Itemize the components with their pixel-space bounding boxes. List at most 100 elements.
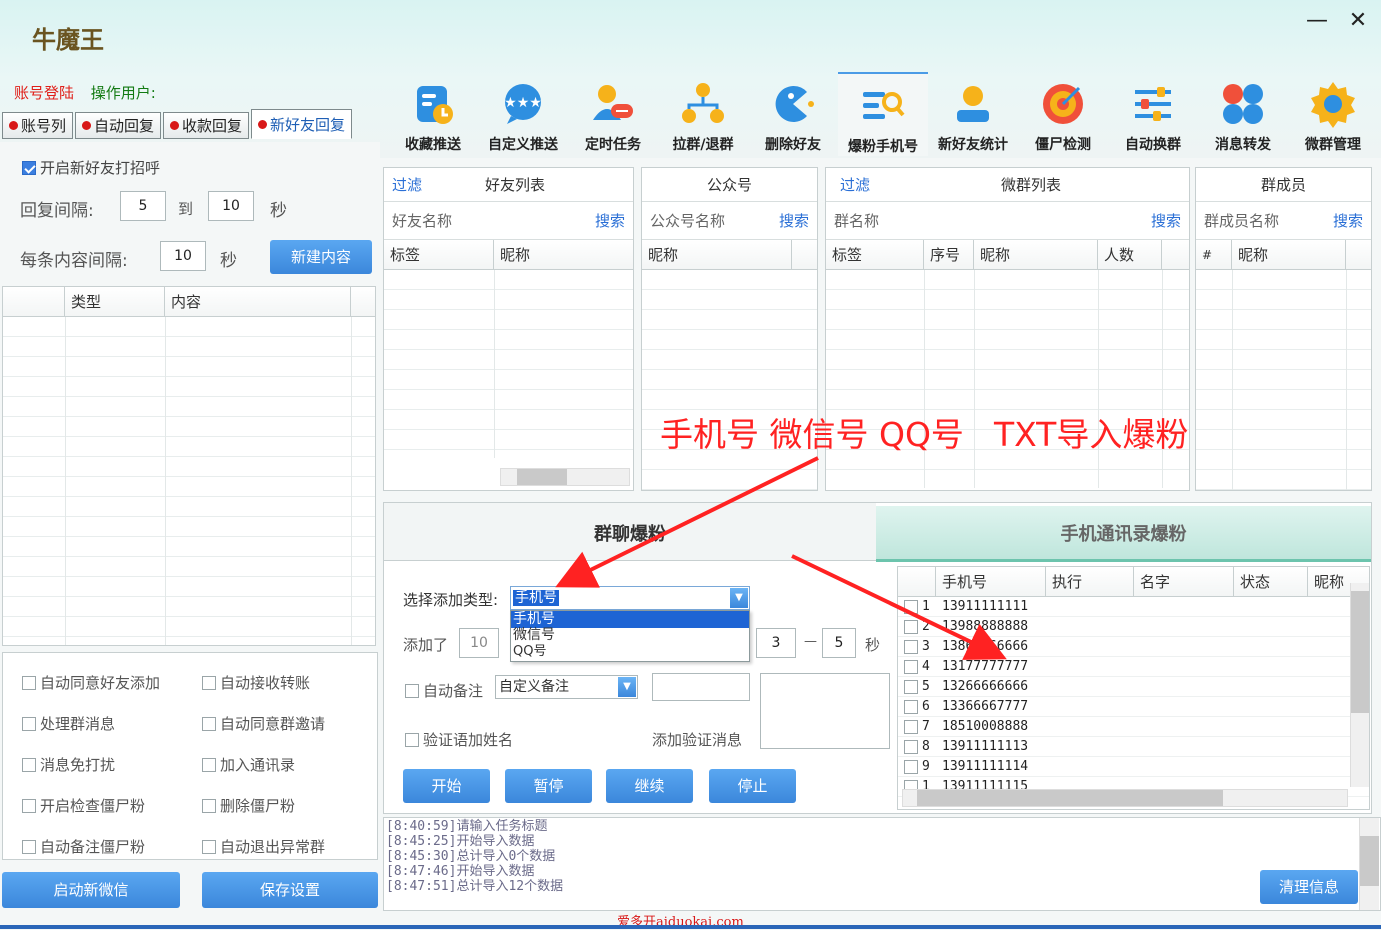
table-row[interactable]: 9 13911111114: [898, 757, 1369, 777]
enable-greeting-option[interactable]: 开启新好友打招呼: [22, 157, 160, 178]
checkbox-icon[interactable]: [904, 619, 918, 634]
remark-select[interactable]: 自定义备注 ▼: [495, 675, 638, 699]
tool-phone-growth[interactable]: 爆粉手机号: [838, 72, 928, 156]
checkbox-icon[interactable]: [202, 716, 216, 731]
dropdown-option-wechat[interactable]: 微信号: [511, 628, 749, 644]
new-content-button[interactable]: 新建内容: [270, 240, 372, 274]
friends-search-button[interactable]: 搜索: [595, 210, 625, 231]
start-button[interactable]: 开始: [403, 769, 490, 803]
table-row[interactable]: 5 13266666666: [898, 677, 1369, 697]
option-add-to-contacts[interactable]: 加入通讯录: [202, 754, 325, 775]
content-table-body[interactable]: [3, 317, 375, 645]
groups-search-button[interactable]: 搜索: [1151, 210, 1181, 231]
checkbox-icon[interactable]: [202, 839, 216, 854]
tool-group-join-leave[interactable]: 拉群/退群: [658, 72, 748, 156]
checkbox-icon[interactable]: [202, 757, 216, 772]
checkbox-icon[interactable]: [904, 759, 918, 774]
friends-filter-link[interactable]: 过滤: [392, 174, 422, 195]
checkbox-icon[interactable]: [202, 675, 216, 690]
chevron-down-icon[interactable]: ▼: [618, 677, 636, 697]
option-handle-group-msg[interactable]: 处理群消息: [22, 713, 160, 734]
type-select[interactable]: 手机号 ▼: [510, 586, 750, 610]
start-wechat-button[interactable]: 启动新微信: [2, 872, 180, 908]
scroll-thumb[interactable]: [1351, 591, 1369, 713]
chevron-down-icon[interactable]: ▼: [730, 588, 748, 608]
table-row[interactable]: 8 13911111113: [898, 737, 1369, 757]
table-row[interactable]: 6 13366667777: [898, 697, 1369, 717]
groups-filter-link[interactable]: 过滤: [840, 174, 870, 195]
tab-auto-reply[interactable]: 自动回复: [75, 112, 162, 139]
content-interval-input[interactable]: 10: [160, 241, 206, 271]
option-check-zombie[interactable]: 开启检查僵尸粉: [22, 795, 160, 816]
checkbox-icon[interactable]: [904, 719, 918, 734]
phone-hscrollbar[interactable]: [902, 789, 1348, 807]
official-search-button[interactable]: 搜索: [779, 210, 809, 231]
table-row[interactable]: 2 13988888888: [898, 617, 1369, 637]
reply-interval-from-input[interactable]: 5: [120, 191, 166, 221]
tab-account-list[interactable]: 账号列: [2, 112, 74, 139]
option-auto-accept-friend[interactable]: 自动同意好友添加: [22, 672, 160, 693]
table-row[interactable]: 7 18510008888: [898, 717, 1369, 737]
checkbox-icon[interactable]: [405, 683, 419, 698]
option-accept-group-invite[interactable]: 自动同意群邀请: [202, 713, 325, 734]
tab-new-friend-reply[interactable]: 新好友回复: [251, 109, 353, 139]
auto-remark-option[interactable]: 自动备注: [405, 680, 483, 701]
tab-contacts-growth[interactable]: 手机通讯录爆粉: [876, 506, 1371, 562]
checkbox-icon[interactable]: [904, 639, 918, 654]
table-row[interactable]: 3 13866666666: [898, 637, 1369, 657]
official-table-body[interactable]: [642, 270, 817, 490]
verify-message-textarea[interactable]: [760, 673, 890, 749]
tool-custom-push[interactable]: ★★★ 自定义推送: [478, 72, 568, 156]
checkbox-icon[interactable]: [22, 839, 36, 854]
checkbox-icon[interactable]: [202, 798, 216, 813]
checkbox-checked-icon[interactable]: [22, 160, 36, 175]
option-auto-receive-transfer[interactable]: 自动接收转账: [202, 672, 325, 693]
stop-button[interactable]: 停止: [709, 769, 796, 803]
interval-to-input[interactable]: 5: [822, 628, 856, 658]
reply-interval-to-input[interactable]: 10: [208, 191, 254, 221]
checkbox-icon[interactable]: [904, 739, 918, 754]
scroll-thumb[interactable]: [517, 469, 567, 485]
table-row[interactable]: 4 13177777777: [898, 657, 1369, 677]
checkbox-icon[interactable]: [904, 599, 918, 614]
clear-log-button[interactable]: 清理信息: [1260, 870, 1358, 904]
tool-message-forward[interactable]: 消息转发: [1198, 72, 1288, 156]
tool-auto-switch-group[interactable]: 自动换群: [1108, 72, 1198, 156]
tab-group-growth[interactable]: 群聊爆粉: [384, 503, 876, 561]
tab-payment-reply[interactable]: 收款回复: [163, 112, 250, 139]
checkbox-icon[interactable]: [22, 675, 36, 690]
scroll-thumb[interactable]: [917, 790, 1223, 806]
tool-scheduled-task[interactable]: 定时任务: [568, 72, 658, 156]
tool-group-manage[interactable]: 微群管理: [1288, 72, 1378, 156]
checkbox-icon[interactable]: [904, 699, 918, 714]
resume-button[interactable]: 继续: [606, 769, 693, 803]
dropdown-option-phone[interactable]: 手机号: [511, 611, 749, 628]
dropdown-option-qq[interactable]: QQ号: [511, 644, 749, 660]
save-settings-button[interactable]: 保存设置: [202, 872, 378, 908]
table-row[interactable]: 1 13911111111: [898, 597, 1369, 617]
added-count-input[interactable]: 10: [459, 628, 499, 658]
phone-vscrollbar[interactable]: [1350, 583, 1369, 787]
friends-table-body[interactable]: [384, 270, 633, 458]
members-table-body[interactable]: [1196, 270, 1371, 490]
scroll-thumb[interactable]: [1360, 836, 1379, 886]
verify-name-option[interactable]: 验证语加姓名: [405, 729, 513, 750]
option-remark-zombie[interactable]: 自动备注僵尸粉: [22, 836, 160, 857]
members-search-button[interactable]: 搜索: [1333, 210, 1363, 231]
checkbox-icon[interactable]: [22, 716, 36, 731]
minimize-button[interactable]: —: [1302, 8, 1332, 33]
tool-zombie-detect[interactable]: 僵尸检测: [1018, 72, 1108, 156]
option-do-not-disturb[interactable]: 消息免打扰: [22, 754, 160, 775]
option-delete-zombie[interactable]: 删除僵尸粉: [202, 795, 325, 816]
checkbox-icon[interactable]: [22, 798, 36, 813]
checkbox-icon[interactable]: [904, 659, 918, 674]
friends-hscrollbar[interactable]: [500, 468, 630, 486]
close-button[interactable]: ✕: [1343, 8, 1373, 33]
tool-favorites-push[interactable]: 收藏推送: [388, 72, 478, 156]
interval-from-input[interactable]: 3: [756, 628, 796, 658]
checkbox-icon[interactable]: [904, 679, 918, 694]
tool-delete-friend[interactable]: 删除好友: [748, 72, 838, 156]
checkbox-icon[interactable]: [22, 757, 36, 772]
option-exit-abnormal-group[interactable]: 自动退出异常群: [202, 836, 325, 857]
log-vscrollbar[interactable]: [1359, 818, 1379, 910]
